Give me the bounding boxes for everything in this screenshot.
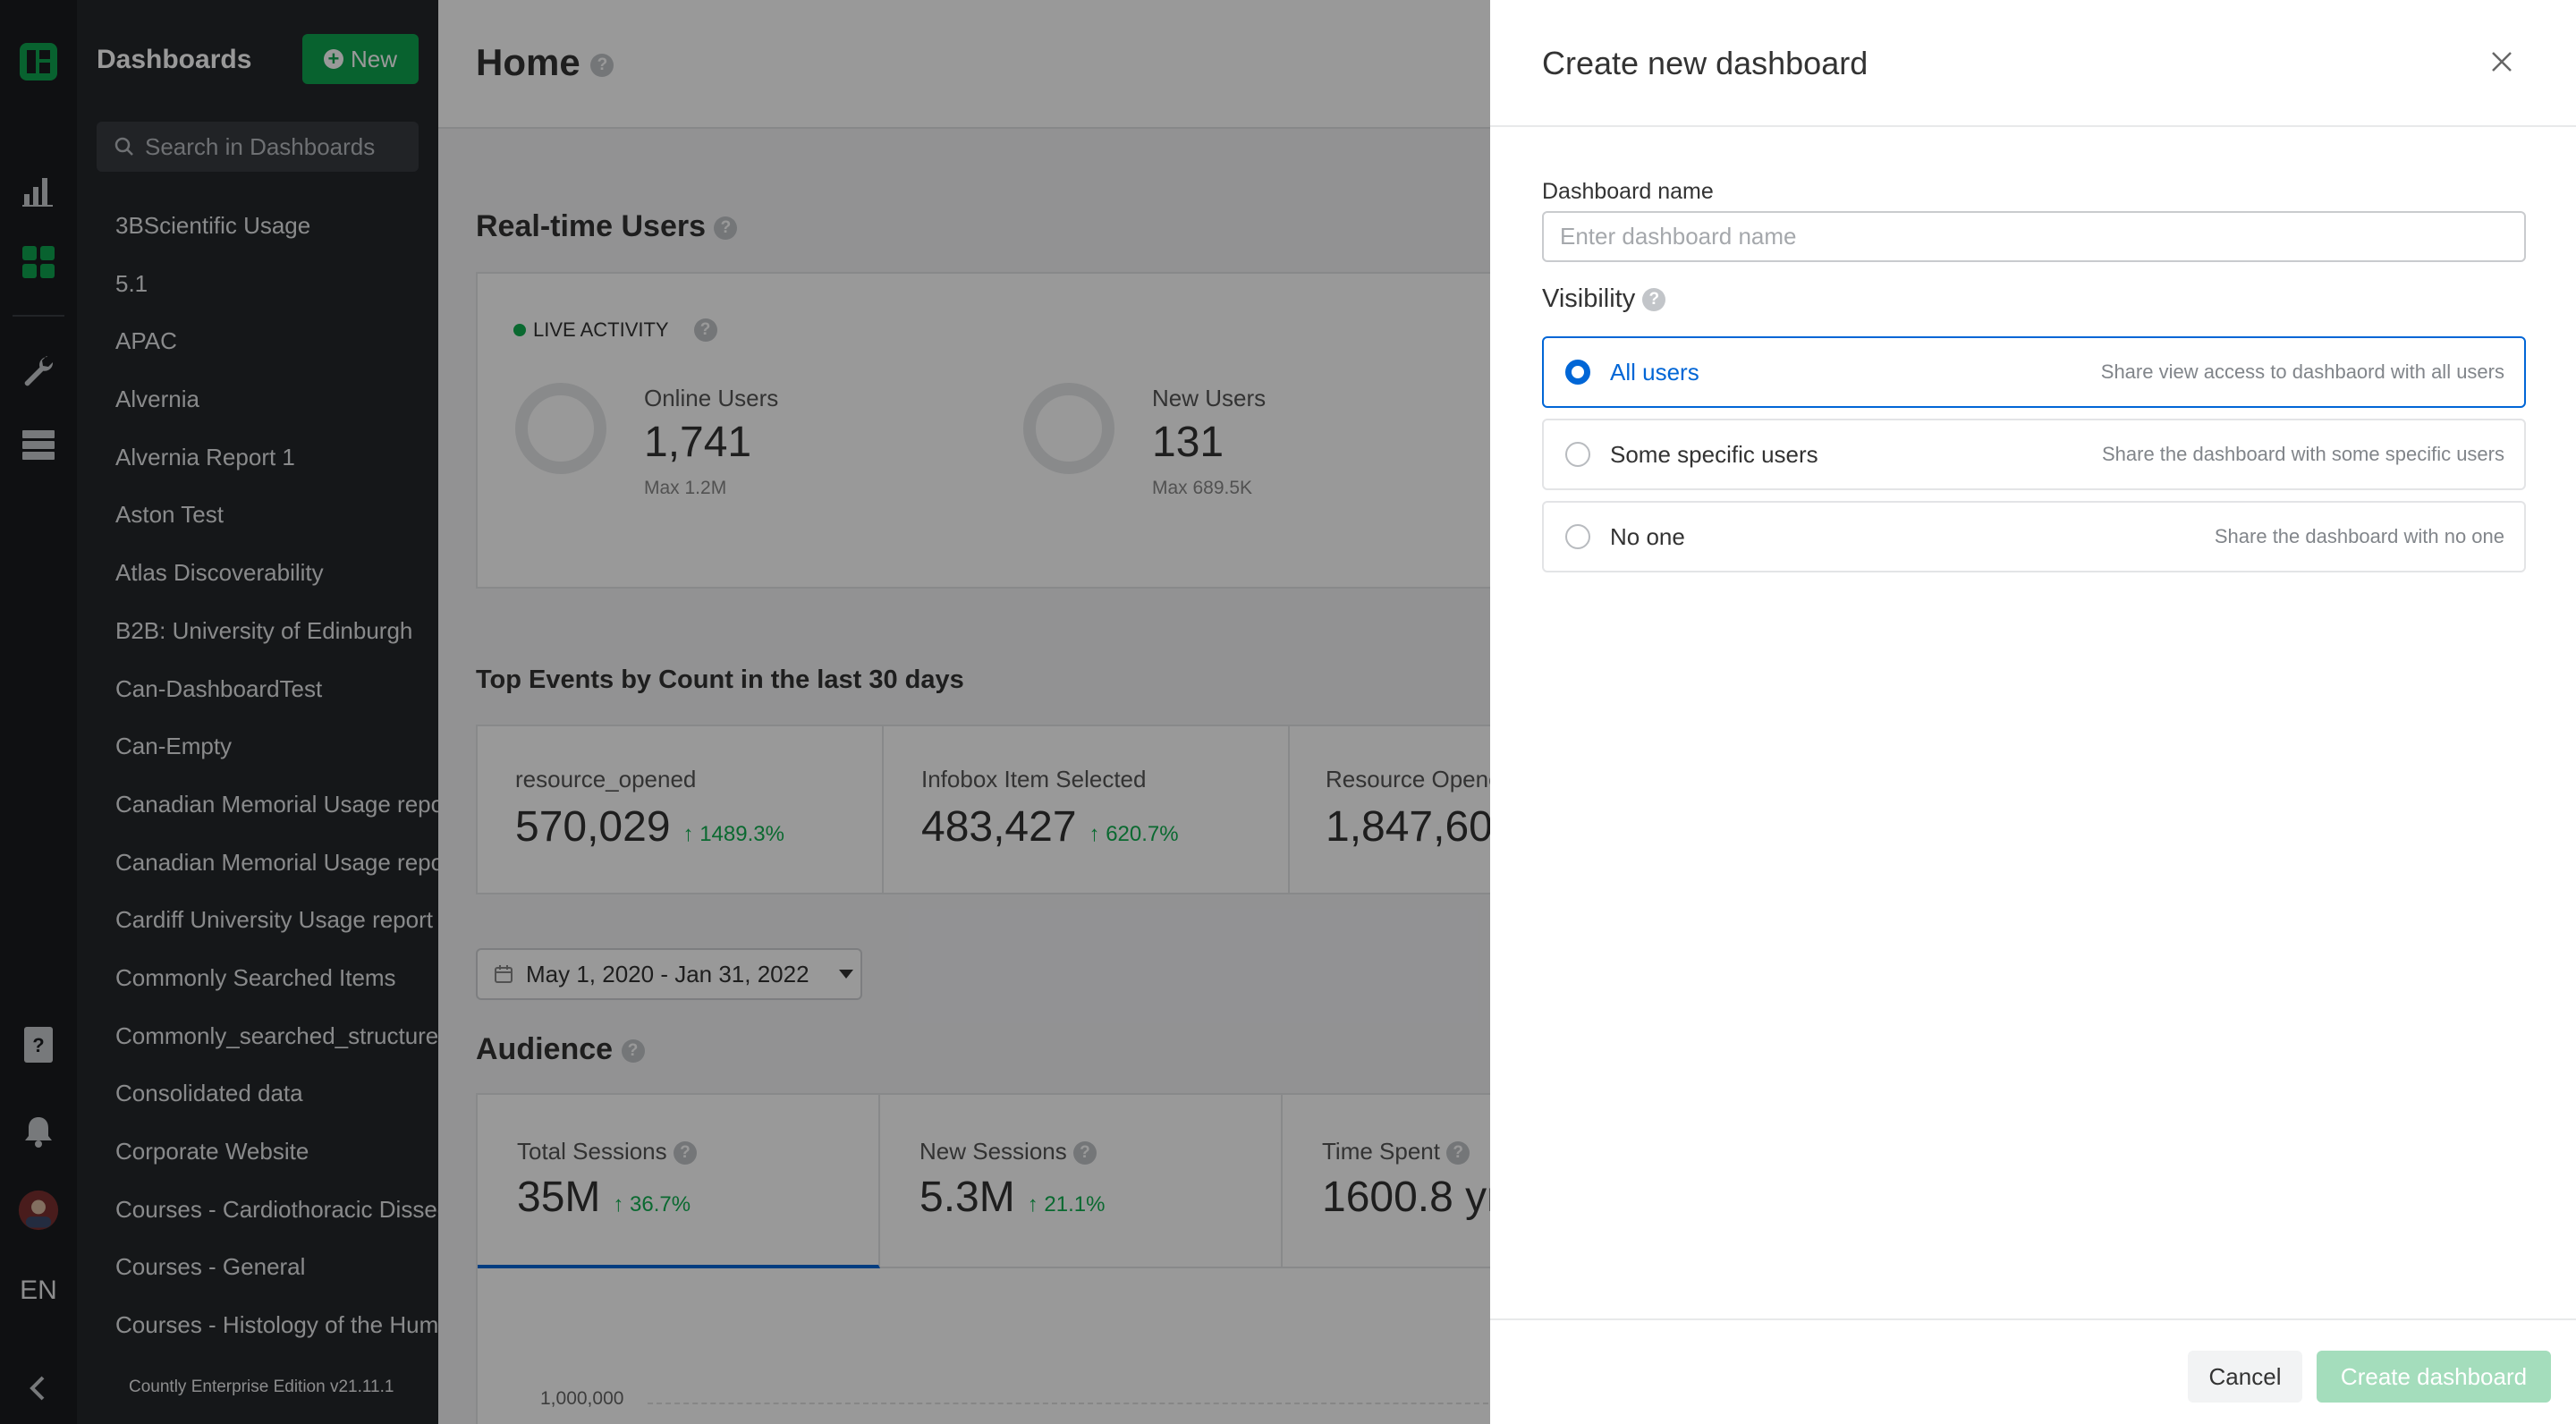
visibility-option[interactable]: All users Share view access to dashbaord … [1542, 336, 2526, 408]
visibility-option[interactable]: No one Share the dashboard with no one [1542, 501, 2526, 572]
create-dashboard-button[interactable]: Create dashboard [2317, 1351, 2551, 1403]
visibility-option-description: Share the dashboard with no one [2214, 525, 2504, 547]
visibility-option-label: All users [1610, 358, 1699, 386]
modal-overlay[interactable] [0, 0, 1490, 1424]
visibility-option[interactable]: Some specific users Share the dashboard w… [1542, 419, 2526, 490]
help-icon[interactable]: ? [1642, 288, 1666, 312]
close-icon [2492, 52, 2512, 72]
visibility-label: Visibility ? [1542, 284, 1666, 314]
drawer-title: Create new dashboard [1542, 45, 1868, 81]
visibility-option-description: Share the dashboard with some specific u… [2101, 443, 2504, 465]
cancel-button[interactable]: Cancel [2188, 1351, 2302, 1403]
close-button[interactable] [2479, 39, 2524, 84]
dashboard-name-label: Dashboard name [1542, 179, 1714, 204]
dashboard-name-input[interactable] [1542, 211, 2526, 262]
visibility-option-label: No one [1610, 522, 1685, 550]
radio-button[interactable] [1565, 360, 1590, 385]
visibility-option-description: Share view access to dashbaord with all … [2100, 360, 2504, 383]
drawer-footer: Cancel Create dashboard [1490, 1318, 2576, 1424]
drawer-header: Create new dashboard [1490, 0, 2576, 127]
visibility-option-label: Some specific users [1610, 440, 1818, 468]
radio-button[interactable] [1565, 524, 1590, 549]
create-dashboard-drawer: Create new dashboard Dashboard name Visi… [1490, 0, 2576, 1424]
radio-button[interactable] [1565, 442, 1590, 467]
